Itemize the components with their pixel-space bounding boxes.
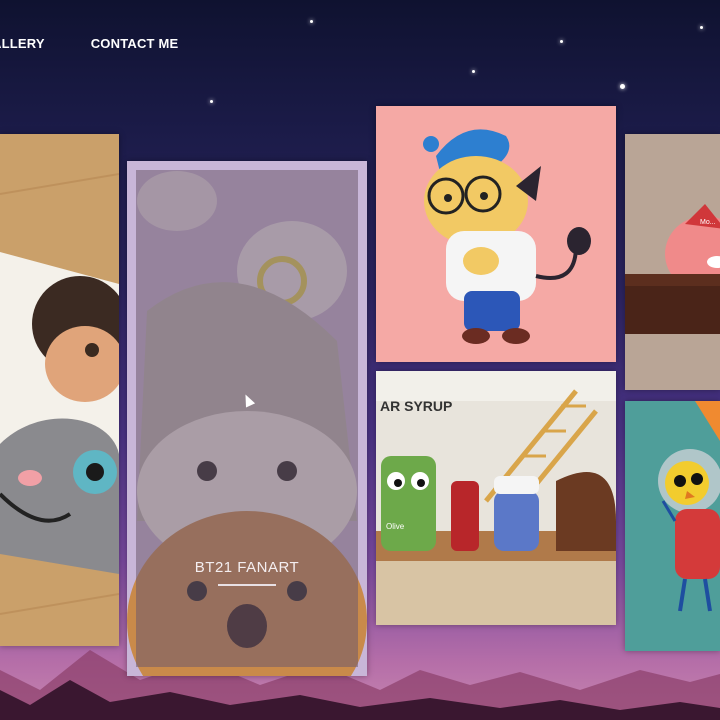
bird-robot-artwork: [625, 401, 720, 651]
sign-text: AR SYRUP: [380, 398, 452, 414]
gallery-card-1[interactable]: [0, 134, 119, 646]
star: [700, 26, 703, 29]
star: [560, 40, 563, 43]
star: [310, 20, 313, 23]
nav-gallery-link[interactable]: ALLERY: [0, 36, 45, 51]
tag-text: Mo...: [700, 219, 716, 226]
gallery-card-3[interactable]: [376, 106, 616, 362]
hover-overlay: [136, 170, 358, 667]
jar-label: Olive: [386, 522, 405, 531]
syrup-bottles-artwork: AR SYRUP Olive: [376, 371, 616, 625]
nav-contact-link[interactable]: CONTACT ME: [91, 36, 179, 51]
caption-underline: [218, 584, 276, 586]
star: [210, 100, 213, 103]
gallery-card-2[interactable]: BT21 FANART: [127, 161, 367, 676]
star: [472, 70, 475, 73]
gallery-card-4[interactable]: AR SYRUP Olive: [376, 371, 616, 625]
gallery-card-5[interactable]: Mo...: [625, 134, 720, 390]
gallery-card-6[interactable]: [625, 401, 720, 651]
hover-caption: BT21 FANART: [194, 559, 300, 576]
pink-character-artwork: Mo...: [625, 134, 720, 390]
boy-and-cat-artwork: [0, 134, 119, 646]
top-nav: ALLERY CONTACT ME: [0, 36, 178, 51]
lion-doctor-artwork: [376, 106, 616, 362]
star: [620, 84, 625, 89]
